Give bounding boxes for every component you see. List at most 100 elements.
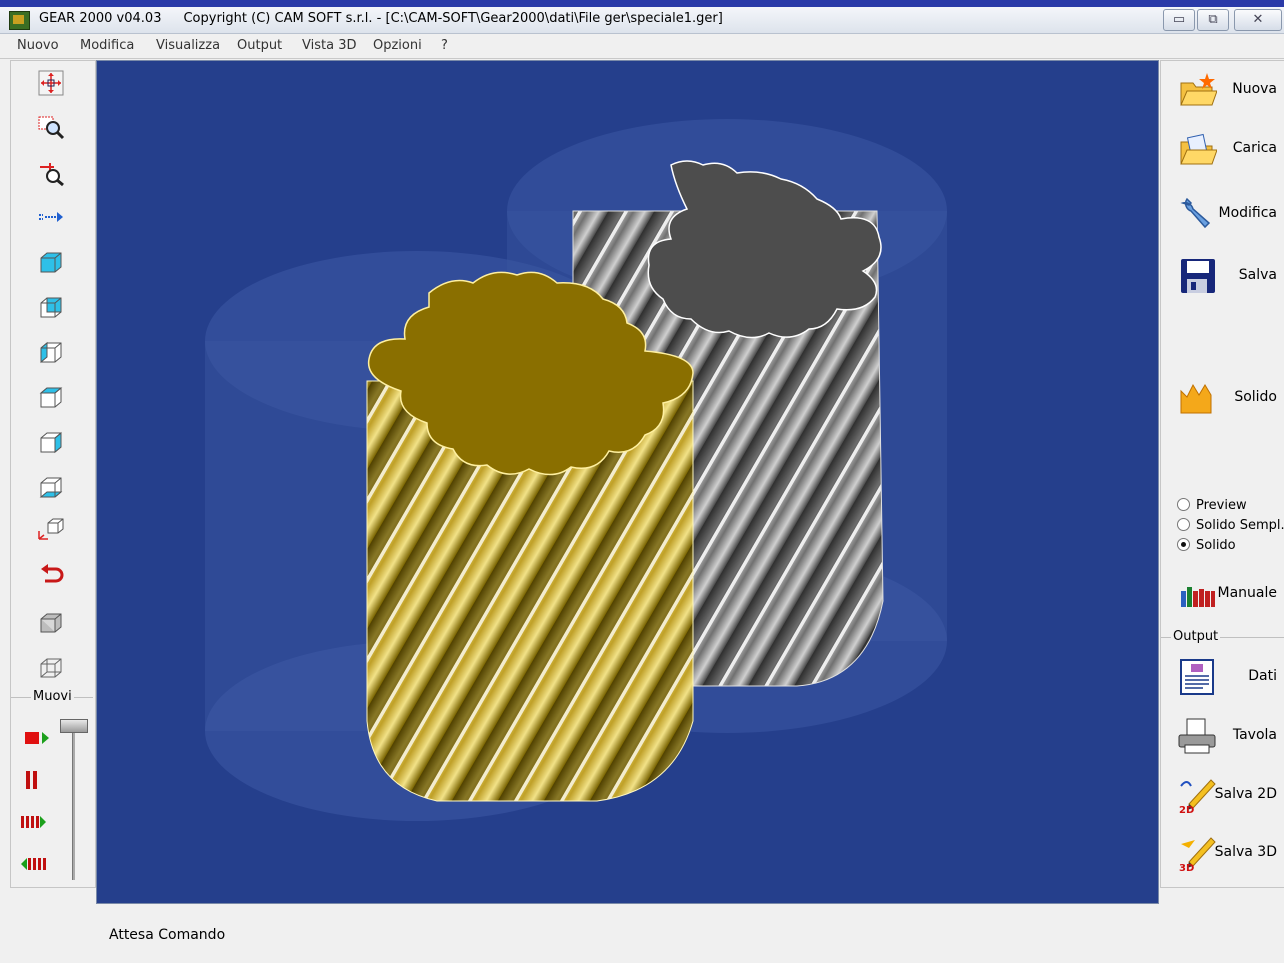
radio-preview-label: Preview	[1196, 498, 1247, 513]
muovi-label: Muovi	[31, 689, 74, 704]
pencil-3d-icon: 3D	[1179, 837, 1216, 872]
restore-button[interactable]: ⧉	[1197, 9, 1229, 31]
axes-view-button[interactable]	[33, 513, 69, 545]
output-label: Output	[1171, 629, 1221, 644]
radio-preview-circle[interactable]	[1177, 498, 1190, 511]
books-icon	[1181, 587, 1215, 607]
dati-button[interactable]: Dati	[1171, 654, 1284, 698]
wrench-icon	[1180, 197, 1211, 229]
rewind-icon	[21, 858, 46, 870]
carica-button[interactable]: Carica	[1171, 126, 1284, 170]
arrow-right-button[interactable]	[33, 201, 69, 233]
pan-button[interactable]	[33, 67, 69, 99]
rewind-button[interactable]	[15, 848, 51, 880]
right-panel: Nuova Carica Modifica Salva Solido Previ…	[1160, 60, 1284, 888]
pencil-2d-icon: 2D	[1179, 779, 1216, 814]
salva-3d-label: Salva 3D	[1214, 844, 1277, 860]
zoom-window-button[interactable]	[33, 111, 69, 143]
view-iso-3-button[interactable]	[33, 336, 69, 368]
view-iso-3-icon	[40, 341, 62, 364]
carica-label: Carica	[1232, 140, 1277, 156]
forward-icon	[21, 816, 46, 828]
view-iso-2-button[interactable]	[33, 291, 69, 323]
data-sheet-icon	[1180, 659, 1214, 695]
view-iso-4-button[interactable]	[33, 381, 69, 413]
view-iso-1-icon	[40, 252, 62, 273]
modifica-label: Modifica	[1218, 205, 1277, 221]
minimize-button[interactable]: ▭	[1163, 9, 1195, 31]
stop-play-icon	[25, 732, 49, 744]
title-path: Copyright (C) CAM SOFT s.r.l. - [C:\CAM-…	[183, 11, 723, 26]
modifica-button[interactable]: Modifica	[1171, 191, 1284, 235]
left-toolbar: Muovi	[10, 60, 96, 888]
radio-preview[interactable]: Preview	[1177, 498, 1247, 516]
application-window: GEAR 2000 v04.03 Copyright (C) CAM SOFT s…	[0, 0, 1284, 963]
menu-help[interactable]: ?	[441, 38, 448, 53]
view-iso-2-icon	[40, 297, 62, 318]
view-iso-4-icon	[39, 387, 63, 408]
zoom-window-icon	[38, 116, 65, 140]
arrow-right-icon	[39, 212, 63, 222]
app-name: GEAR 2000 v04.03	[39, 11, 162, 26]
solido-button[interactable]: Solido	[1171, 375, 1284, 419]
floppy-icon	[1181, 259, 1215, 293]
view-iso-6-icon	[39, 477, 63, 498]
3d-viewport[interactable]	[96, 60, 1159, 904]
nuova-label: Nuova	[1232, 81, 1277, 97]
menu-vista-3d[interactable]: Vista 3D	[302, 38, 356, 53]
radio-solido-sempl-circle[interactable]	[1177, 518, 1190, 531]
tavola-button[interactable]: Tavola	[1171, 713, 1284, 757]
close-button[interactable]: ✕	[1234, 9, 1282, 31]
zoom-in-out-button[interactable]	[33, 157, 69, 189]
gear-model-render	[205, 119, 947, 821]
menu-output[interactable]: Output	[237, 38, 282, 53]
status-text: Attesa Comando	[109, 927, 226, 943]
forward-button[interactable]	[15, 806, 51, 838]
menu-bar: Nuovo Modifica Visualizza Output Vista 3…	[0, 34, 1284, 59]
nuova-button[interactable]: Nuova	[1171, 67, 1284, 111]
radio-solido[interactable]: Solido	[1177, 538, 1236, 556]
undo-rotate-icon	[41, 564, 64, 583]
new-folder-icon	[1180, 73, 1217, 106]
view-iso-1-button[interactable]	[33, 246, 69, 278]
title-strip	[0, 0, 1284, 7]
radio-solido-sempl[interactable]: Solido Sempl.	[1177, 518, 1284, 536]
speed-slider-track[interactable]	[72, 728, 75, 880]
manuale-button[interactable]: Manuale	[1171, 571, 1284, 615]
view-iso-5-button[interactable]	[33, 426, 69, 458]
printer-icon	[1178, 718, 1216, 754]
pan-icon	[38, 70, 64, 96]
menu-visualizza[interactable]: Visualizza	[156, 38, 220, 53]
pause-button[interactable]	[13, 764, 49, 796]
menu-opzioni[interactable]: Opzioni	[373, 38, 422, 53]
salva-label: Salva	[1238, 267, 1277, 283]
salva-3d-button[interactable]: 3D Salva 3D	[1171, 830, 1284, 874]
radio-solido-circle[interactable]	[1177, 538, 1190, 551]
radio-solido-label: Solido	[1196, 538, 1236, 553]
view-iso-6-button[interactable]	[33, 471, 69, 503]
solid-box-icon	[40, 613, 62, 633]
speed-slider-thumb[interactable]	[60, 719, 88, 733]
zoom-in-out-icon	[40, 163, 64, 187]
salva-button[interactable]: Salva	[1171, 253, 1284, 297]
solid-box-button[interactable]	[33, 606, 69, 638]
svg-text:2D: 2D	[1179, 805, 1194, 814]
menu-nuovo[interactable]: Nuovo	[17, 38, 59, 53]
salva-2d-label: Salva 2D	[1214, 786, 1277, 802]
dati-label: Dati	[1248, 668, 1277, 684]
muovi-group: Muovi	[11, 689, 93, 886]
play-button[interactable]	[19, 722, 55, 754]
view-iso-5-icon	[40, 431, 62, 454]
pause-icon	[26, 771, 37, 789]
window-title: GEAR 2000 v04.03 Copyright (C) CAM SOFT s…	[39, 11, 745, 26]
app-icon	[9, 11, 30, 30]
axes-view-icon	[38, 518, 64, 540]
undo-rotate-button[interactable]	[33, 559, 69, 591]
radio-solido-sempl-label: Solido Sempl.	[1196, 518, 1284, 533]
manuale-label: Manuale	[1217, 585, 1278, 601]
menu-modifica[interactable]: Modifica	[80, 38, 134, 53]
svg-text:3D: 3D	[1179, 863, 1194, 872]
wire-box-button[interactable]	[33, 651, 69, 683]
salva-2d-button[interactable]: 2D Salva 2D	[1171, 772, 1284, 816]
solid-icon	[1180, 383, 1212, 414]
